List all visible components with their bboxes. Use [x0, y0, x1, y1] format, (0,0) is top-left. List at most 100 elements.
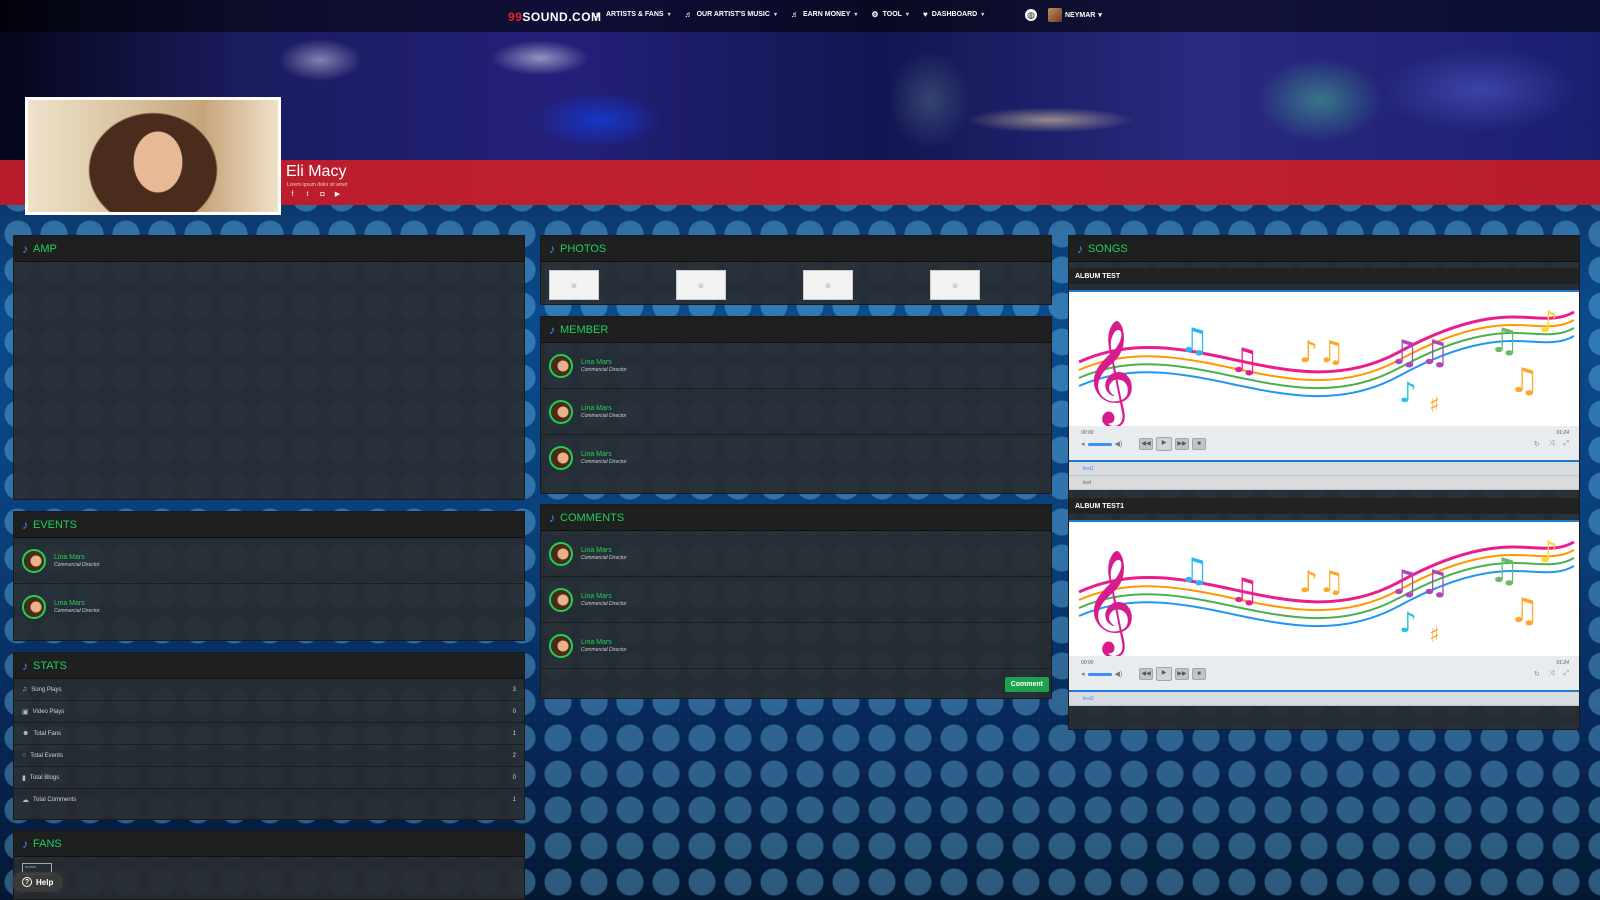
speaker-icon: ◀) [1114, 671, 1123, 678]
svg-text:♪: ♪ [1539, 305, 1558, 340]
list-item[interactable]: Lina Mars Commercial Director [541, 623, 1051, 669]
repeat-icon[interactable]: ↻ [1534, 440, 1540, 448]
comment-button[interactable]: Comment [1004, 677, 1049, 692]
repeat-icon[interactable]: ↻ [1534, 670, 1540, 678]
avatar [22, 595, 46, 619]
camera-icon: ◙ [571, 280, 577, 290]
shuffle-icon[interactable]: ⤨ [1549, 440, 1555, 448]
play-button[interactable]: ▶ [1156, 667, 1172, 681]
nav-item-artists-music[interactable]: ♬ OUR ARTIST'S MUSIC ▾ [685, 10, 777, 19]
svg-text:♫: ♫ [1179, 551, 1209, 591]
music-note-icon: ♪ [22, 658, 28, 673]
comments-panel: ♪ COMMENTS Lina Mars Commercial Director L… [540, 504, 1052, 699]
facebook-icon[interactable]: f [288, 190, 297, 199]
caret-down-icon: ▾ [667, 12, 671, 18]
list-item[interactable]: Lina Mars Commercial Director [541, 343, 1051, 389]
nav-item-tool[interactable]: ⚙ TOOL ▾ [871, 10, 909, 19]
list-item[interactable]: Lina Mars Commercial Director [541, 531, 1051, 577]
nav-item-dashboard[interactable]: ♥ DASHBOARD ▾ [923, 10, 984, 19]
list-item[interactable]: Lina Mars Commercial Director [541, 389, 1051, 435]
music-note-icon: ♪ [22, 517, 28, 532]
album-cover: 𝄞 ♫ ♫ ♪♫ ♫♫ ♪ ♫ ♫ ♪ ♯ [1069, 290, 1579, 426]
heart-icon: ♥ [922, 10, 928, 19]
list-item[interactable]: Lina Mars Commercial Director [541, 435, 1051, 481]
photo-thumbnail[interactable]: ◙ [676, 270, 726, 300]
audio-player: 00:00 01:24 ◂ ◀) ◀◀ ▶ ▶▶ ■ ↻ ⤨ ⤢ [1069, 426, 1579, 460]
member-panel: ♪ MEMBER Lina Mars Commercial Director Lin… [540, 316, 1052, 494]
amp-panel: ♪ AMP [13, 235, 525, 500]
user-avatar [1048, 8, 1062, 22]
music-note-icon: ♪ [549, 241, 555, 256]
top-navigation: 99SOUND.COM ♬ ARTISTS & FANS ▾ ♬ OUR ARTIST… [0, 0, 1600, 32]
volume-control[interactable]: ◂ ◀) [1081, 440, 1122, 448]
photo-thumbnail[interactable]: ◙ [549, 270, 599, 300]
shuffle-icon[interactable]: ⤨ [1549, 670, 1555, 678]
profile-avatar[interactable] [25, 97, 281, 215]
photo-thumbnail[interactable]: ◙ [930, 270, 980, 300]
camera-icon: ◙ [698, 280, 704, 290]
nav-menu: ♬ ARTISTS & FANS ▾ ♬ OUR ARTIST'S MUSIC ▾ ♬ E… [594, 10, 984, 19]
list-item[interactable]: Lina Mars Commercial Director [14, 584, 524, 630]
playlist: test2 [1069, 690, 1579, 706]
user-menu[interactable]: NEYMAR ▾ [1048, 8, 1102, 22]
music-note-icon: ♫ [22, 686, 28, 693]
fullscreen-icon[interactable]: ⤢ [1563, 440, 1569, 448]
list-item[interactable]: Lina Mars Commercial Director [541, 577, 1051, 623]
globe-icon[interactable]: ◍ [1025, 9, 1037, 21]
avatar [549, 633, 573, 658]
playlist-track[interactable]: test2 [1069, 692, 1579, 706]
next-button[interactable]: ▶▶ [1175, 668, 1189, 680]
stop-button[interactable]: ■ [1192, 668, 1206, 680]
stat-total-blogs: ▮ Total Blogs 0 [14, 767, 524, 789]
nav-item-artists-fans[interactable]: ♬ ARTISTS & FANS ▾ [594, 10, 671, 19]
avatar [22, 548, 46, 573]
volume-control[interactable]: ◂ ◀) [1081, 670, 1122, 678]
twitter-icon[interactable]: t [303, 190, 312, 199]
previous-button[interactable]: ◀◀ [1139, 668, 1153, 680]
panel-title: STATS [33, 659, 67, 672]
volume-slider[interactable] [1087, 442, 1112, 446]
panel-title: EVENTS [33, 518, 78, 531]
music-note-icon: ♪ [1077, 241, 1083, 256]
nav-item-earn-money[interactable]: ♬ EARN MONEY ▾ [791, 10, 857, 19]
album-cover: 𝄞 ♫ ♫ ♪♫ ♫♫ ♪ ♫ ♫ ♪ ♯ [1069, 520, 1579, 656]
instagram-icon[interactable]: ◘ [318, 190, 327, 199]
fans-panel: ♪ FANS avatar [13, 830, 525, 900]
camera-icon: ◙ [952, 280, 958, 290]
svg-text:♫: ♫ [1179, 321, 1209, 361]
playlist: test1 test [1069, 460, 1579, 490]
svg-text:♫: ♫ [1229, 571, 1259, 611]
caret-down-icon: ▾ [905, 12, 909, 18]
play-button[interactable]: ▶ [1156, 437, 1172, 451]
avatar [549, 399, 573, 424]
album-title: ALBUM TEST1 [1069, 498, 1579, 514]
site-logo[interactable]: 99SOUND.COM [508, 10, 602, 24]
profile-name: Eli Macy [286, 163, 347, 180]
audio-player: 00:00 01:24 ◂ ◀) ◀◀ ▶ ▶▶ ■ ↻ ⤨ ⤢ [1069, 656, 1579, 690]
bookmark-icon: ▮ [22, 774, 26, 782]
fullscreen-icon[interactable]: ⤢ [1563, 670, 1569, 678]
stop-button[interactable]: ■ [1192, 438, 1206, 450]
current-time: 00:00 [1081, 430, 1094, 436]
youtube-icon[interactable]: ▶ [333, 190, 342, 199]
music-note-icon: ♬ [594, 10, 602, 19]
playlist-track[interactable]: test [1069, 476, 1579, 490]
help-button[interactable]: ? Help [12, 872, 64, 892]
stat-song-plays: ♫ Song Plays 3 [14, 679, 524, 701]
list-item[interactable]: Lina Mars Commercial Director [14, 538, 524, 584]
volume-slider[interactable] [1087, 672, 1112, 676]
previous-button[interactable]: ◀◀ [1139, 438, 1153, 450]
avatar [549, 541, 573, 566]
photo-thumbnail[interactable]: ◙ [803, 270, 853, 300]
playlist-track[interactable]: test1 [1069, 462, 1579, 476]
event-icon: ○ [22, 752, 27, 759]
svg-text:♯: ♯ [1429, 623, 1440, 648]
profile-subtitle: Lorem ipsum dolor sit amet [287, 182, 348, 188]
svg-text:𝄞: 𝄞 [1083, 549, 1136, 656]
avatar [549, 446, 573, 470]
stat-total-comments: ☁ Total Comments 1 [22, 797, 516, 804]
question-icon: ? [22, 877, 32, 887]
next-button[interactable]: ▶▶ [1175, 438, 1189, 450]
svg-text:♪: ♪ [1539, 535, 1558, 570]
tool-icon: ⚙ [871, 10, 879, 19]
